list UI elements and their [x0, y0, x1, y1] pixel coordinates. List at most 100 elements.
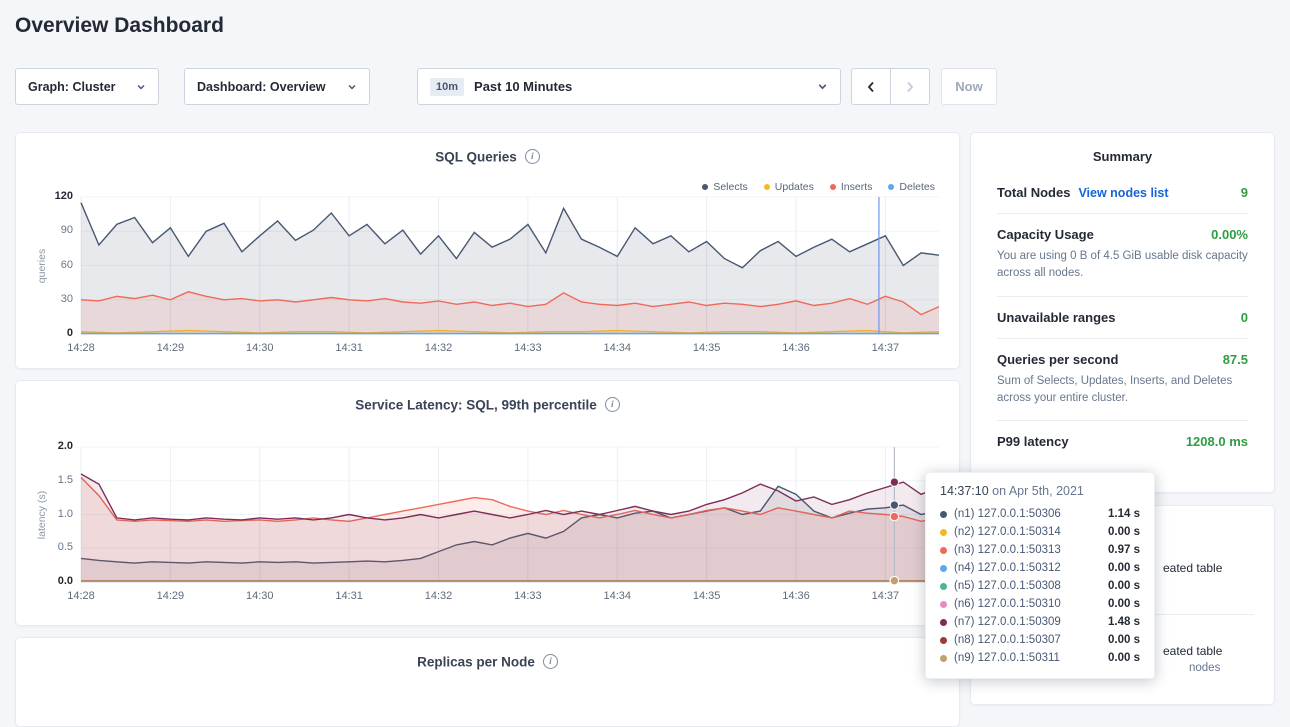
time-prev-button[interactable] [851, 68, 891, 105]
x-tick-label: 14:28 [67, 342, 95, 354]
service-latency-chart-card: Service Latency: SQL, 99th percentilei 0… [15, 380, 960, 626]
qps-label: Queries per second [997, 352, 1118, 367]
event-text-fragment: eated table [1163, 561, 1222, 575]
x-tick-label: 14:37 [872, 342, 900, 354]
service-latency-sql-99th-percentile-plot[interactable] [81, 447, 939, 582]
tooltip-rows: (n1) 127.0.0.1:50306 1.14 s (n2) 127.0.0.1… [940, 505, 1140, 667]
tooltip-row: (n8) 127.0.0.1:50307 0.00 s [940, 631, 1140, 649]
tooltip-node-label: (n5) 127.0.0.1:50308 [954, 580, 1061, 592]
hover-dot [890, 576, 898, 584]
time-range-badge: 10m [430, 78, 464, 96]
x-tick-label: 14:31 [335, 590, 363, 602]
chevron-down-icon [817, 81, 828, 92]
chevron-left-icon [865, 80, 877, 94]
tooltip-node-dot [940, 511, 947, 518]
y-tick-label: 2.0 [29, 440, 73, 452]
x-tick-label: 14:31 [335, 342, 363, 354]
tooltip-time: 14:37:10 [940, 484, 989, 498]
x-tick-label: 14:35 [693, 342, 721, 354]
x-tick-label: 14:33 [514, 590, 542, 602]
tooltip-node-value: 1.48 s [1108, 616, 1140, 628]
overview-dashboard-page: { "page": { "title": "Overview Dashboard… [0, 0, 1290, 689]
p99-latency-label: P99 latency [997, 434, 1069, 449]
hover-dot [890, 501, 898, 509]
tooltip-timestamp: 14:37:10 on Apr 5th, 2021 [940, 484, 1140, 498]
y-tick-label: 0.5 [29, 541, 73, 553]
p99-latency-value: 1208.0 ms [1186, 434, 1248, 449]
tooltip-node-label: (n6) 127.0.0.1:50310 [954, 598, 1061, 610]
y-axis-label: latency (s) [36, 490, 48, 538]
x-tick-label: 14:35 [693, 590, 721, 602]
chart-title: Replicas per Node [417, 654, 535, 669]
time-pager [851, 68, 930, 105]
summary-title: Summary [971, 133, 1274, 172]
time-range-label: Past 10 Minutes [474, 79, 572, 94]
total-nodes-value: 9 [1241, 185, 1248, 200]
tooltip-date: on Apr 5th, 2021 [989, 484, 1084, 498]
tooltip-node-label: (n8) 127.0.0.1:50307 [954, 634, 1061, 646]
tooltip-node-dot [940, 583, 947, 590]
x-tick-label: 14:34 [603, 590, 631, 602]
x-tick-label: 14:37 [872, 590, 900, 602]
sql-queries-plot[interactable] [81, 197, 939, 334]
dashboard-dropdown[interactable]: Dashboard: Overview [184, 68, 370, 105]
tooltip-node-label: (n2) 127.0.0.1:50314 [954, 526, 1061, 538]
y-tick-label: 120 [29, 190, 73, 202]
event-text-fragment: eated table [1163, 644, 1222, 658]
y-tick-label: 1.5 [29, 474, 73, 486]
sql-queries-plot-area[interactable]: 030609012014:2814:2914:3014:3114:3214:33… [16, 133, 959, 368]
hover-dot [890, 478, 898, 486]
x-tick-label: 14:29 [157, 342, 185, 354]
chart-hover-tooltip: 14:37:10 on Apr 5th, 2021 (n1) 127.0.0.1… [925, 472, 1155, 679]
x-tick-label: 14:32 [425, 590, 453, 602]
time-range-selector[interactable]: 10m Past 10 Minutes [417, 68, 841, 105]
tooltip-node-label: (n4) 127.0.0.1:50312 [954, 562, 1061, 574]
view-nodes-list-link[interactable]: View nodes list [1078, 186, 1168, 200]
service-latency-plot-area[interactable]: 0.00.51.01.52.014:2814:2914:3014:3114:32… [16, 381, 959, 625]
summary-total-nodes: Total Nodes View nodes list 9 [997, 172, 1248, 214]
controls-bar: Graph: Cluster Dashboard: Overview 10m P… [15, 68, 1275, 105]
summary-unavailable-ranges: Unavailable ranges 0 [997, 297, 1248, 339]
tooltip-node-value: 0.00 s [1108, 652, 1140, 664]
graph-dropdown-label: Graph: Cluster [28, 80, 116, 94]
tooltip-node-value: 1.14 s [1108, 508, 1140, 520]
capacity-usage-description: You are using 0 B of 4.5 GiB usable disk… [997, 248, 1248, 283]
summary-panel: Summary Total Nodes View nodes list 9 Ca… [970, 132, 1275, 493]
y-tick-label: 90 [29, 224, 73, 236]
tooltip-row: (n2) 127.0.0.1:50314 0.00 s [940, 523, 1140, 541]
replicas-per-node-chart-card: Replicas per Node i [15, 637, 960, 727]
tooltip-node-label: (n1) 127.0.0.1:50306 [954, 508, 1061, 520]
tooltip-row: (n3) 127.0.0.1:50313 0.97 s [940, 541, 1140, 559]
y-tick-label: 0.0 [29, 575, 73, 587]
tooltip-row: (n1) 127.0.0.1:50306 1.14 s [940, 505, 1140, 523]
capacity-usage-value: 0.00% [1211, 227, 1248, 242]
total-nodes-label: Total Nodes [997, 185, 1070, 200]
tooltip-node-label: (n7) 127.0.0.1:50309 [954, 616, 1061, 628]
tooltip-node-value: 0.00 s [1108, 580, 1140, 592]
tooltip-node-value: 0.97 s [1108, 544, 1140, 556]
summary-capacity-usage: Capacity Usage 0.00% You are using 0 B o… [997, 214, 1248, 297]
tooltip-node-label: (n9) 127.0.0.1:50311 [954, 652, 1060, 664]
tooltip-node-dot [940, 619, 947, 626]
tooltip-node-label: (n3) 127.0.0.1:50313 [954, 544, 1061, 556]
tooltip-node-value: 0.00 s [1108, 526, 1140, 538]
info-icon[interactable]: i [543, 654, 558, 669]
now-button[interactable]: Now [941, 68, 997, 105]
x-tick-label: 14:36 [782, 342, 810, 354]
dashboard-dropdown-label: Dashboard: Overview [197, 80, 326, 94]
tooltip-row: (n4) 127.0.0.1:503120.00 s [940, 559, 1140, 577]
x-tick-label: 14:29 [157, 590, 185, 602]
y-tick-label: 30 [29, 293, 73, 305]
summary-p99-latency: P99 latency 1208.0 ms [997, 421, 1248, 462]
tooltip-node-dot [940, 637, 947, 644]
graph-dropdown[interactable]: Graph: Cluster [15, 68, 159, 105]
x-tick-label: 14:30 [246, 590, 274, 602]
x-tick-label: 14:36 [782, 590, 810, 602]
qps-description: Sum of Selects, Updates, Inserts, and De… [997, 373, 1248, 408]
tooltip-row: (n5) 127.0.0.1:50308 0.00 s [940, 577, 1140, 595]
y-tick-label: 0 [29, 327, 73, 339]
unavailable-ranges-value: 0 [1241, 310, 1248, 325]
tooltip-node-value: 0.00 s [1108, 634, 1140, 646]
x-tick-label: 14:32 [425, 342, 453, 354]
time-next-button[interactable] [890, 68, 930, 105]
